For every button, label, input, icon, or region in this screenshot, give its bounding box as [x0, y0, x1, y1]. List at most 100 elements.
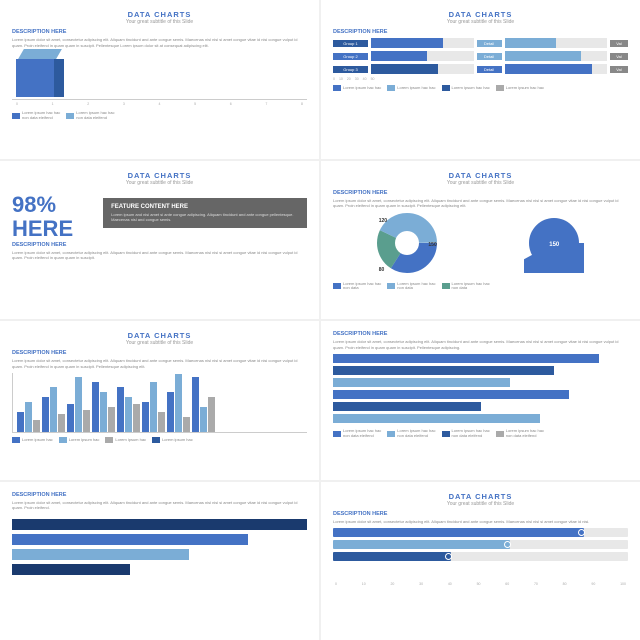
slide5-vbar-chart — [12, 373, 307, 433]
slide-2: DATA CHARTS Your great subtitle of this … — [321, 0, 640, 159]
slide3-right: FEATURE CONTENT HERE Lorem ipsum and nis… — [73, 194, 307, 242]
slide1-desc-text: Lorem ipsum dolor sit amet, consectetur … — [12, 37, 307, 48]
vbar-1c — [33, 420, 40, 432]
bar3d-container — [12, 52, 307, 97]
hbar2-fill-4 — [333, 390, 569, 399]
lc-dot-2 — [504, 541, 511, 548]
feature-text: Lorem ipsum and nisi amet si ante congue… — [111, 212, 299, 222]
hbar-fill-3a — [371, 64, 438, 74]
big-here: HERE — [12, 216, 73, 242]
slide5-legend: Lorem ipsum hac Lorem ipsum hac Lorem ip… — [12, 437, 307, 443]
bar3d-main — [16, 52, 71, 97]
pie2-label: 150 — [549, 242, 559, 248]
hbar3-fill-4 — [12, 564, 130, 575]
legend-item-2: Lorem ipsum hac hacnon data eleifend — [66, 111, 114, 121]
hbar-fill-1a — [371, 38, 443, 48]
legend-box-5b — [59, 437, 67, 443]
hbar-fill-2a — [371, 51, 427, 61]
hbar-track-2b — [505, 51, 608, 61]
legend-item-6d: Lorem ipsum hac hacnon data eleifend — [496, 429, 544, 439]
legend-item-4c: Lorem ipsum hac hacnon data — [442, 282, 490, 292]
lc-axis: 0 10 20 30 40 50 60 70 80 90 100 — [333, 582, 628, 586]
legend-text-1: Lorem ipsum hac hacnon data eleifend — [22, 111, 60, 121]
slide-4: DATA CHARTS Your great subtitle of this … — [321, 161, 640, 320]
slide2-legend: Lorem ipsum hac hac Lorem ipsum hac hac … — [333, 85, 628, 91]
big-percent: 98% — [12, 194, 73, 216]
vbar-group-4 — [92, 382, 115, 432]
hbar-val-1: Val — [610, 40, 628, 47]
vbar-5c — [133, 404, 140, 432]
hbar-label-2a: Group 2 — [333, 53, 368, 60]
slide4-subtitle: Your great subtitle of this Slide — [333, 180, 628, 186]
hbar2-fill-5 — [333, 402, 481, 411]
pie1-label-150: 150 — [428, 242, 436, 248]
slide5-desc-text: Lorem ipsum dolor sit amet, consectetur … — [12, 358, 307, 369]
slide7-desc-label: DESCRIPTION HERE — [12, 492, 307, 498]
vbar-6b — [150, 382, 157, 432]
legend-box-4c — [442, 283, 450, 289]
hbar2-row-3 — [333, 378, 628, 387]
vbar-2b — [50, 387, 57, 432]
legend-item-4b: Lorem ipsum hac hacnon data — [387, 282, 435, 292]
hbar-label-1a: Group 1 — [333, 40, 368, 47]
hbar-fill-1b — [505, 38, 556, 48]
slide7-hbar-chart — [12, 519, 307, 579]
vbar-group-2 — [42, 387, 65, 432]
bar3d-top — [18, 49, 62, 59]
legend-item-5a: Lorem ipsum hac — [12, 437, 53, 443]
hbar-row-3: Group 3 Detail Val — [333, 64, 628, 74]
hbar3-row-3 — [12, 549, 307, 560]
hbar-fill-2b — [505, 51, 582, 61]
pie-chart-2: 150 — [524, 213, 584, 278]
hbar2-row-5 — [333, 402, 628, 411]
pie1-label-80: 80 — [379, 267, 385, 273]
legend-item-2a: Lorem ipsum hac hac — [333, 85, 381, 91]
feature-title: FEATURE CONTENT HERE — [111, 204, 299, 210]
lc-track-2 — [333, 540, 628, 549]
legend-box-2b — [387, 85, 395, 91]
lc-fill-2 — [333, 540, 510, 549]
legend-box-6d — [496, 431, 504, 437]
slide4-desc-text: Lorem ipsum dolor sit amet, consectetur … — [333, 198, 628, 209]
vbar-group-7 — [167, 374, 190, 432]
hbar2-fill-3 — [333, 378, 510, 387]
slide-5: DATA CHARTS Your great subtitle of this … — [0, 321, 319, 480]
legend-box-1 — [12, 113, 20, 119]
legend-box-6b — [387, 431, 395, 437]
pie-chart-1: 120 80 150 — [377, 213, 437, 278]
vbar-5a — [117, 387, 124, 432]
lc-fill-1 — [333, 528, 584, 537]
slide1-title: DATA CHARTS — [12, 10, 307, 19]
slide2-desc-label: DESCRIPTION HERE — [333, 29, 628, 35]
hbar-label-3a: Group 3 — [333, 66, 368, 73]
legend-box-5d — [152, 437, 160, 443]
slide4-desc-label: DESCRIPTION HERE — [333, 190, 628, 196]
vbar-7a — [167, 392, 174, 432]
slide2-title: DATA CHARTS — [333, 10, 628, 19]
legend-box-6a — [333, 431, 341, 437]
slide4-pie-area: 120 80 150 150 — [333, 213, 628, 278]
hbar-track-1b — [505, 38, 608, 48]
hbar-track-3b — [505, 64, 608, 74]
slide3-desc-label: DESCRIPTION HERE — [12, 242, 307, 248]
legend-box-2d — [496, 85, 504, 91]
hbar2-fill-1 — [333, 354, 599, 363]
vbar-group-8 — [192, 377, 215, 432]
slide-3: DATA CHARTS Your great subtitle of this … — [0, 161, 319, 320]
vbar-group-3 — [67, 377, 90, 432]
slide3-title: DATA CHARTS — [12, 171, 307, 180]
vbar-1b — [25, 402, 32, 432]
slide1-legend: Lorem ipsum hac hacnon data eleifend Lor… — [12, 111, 307, 121]
hbar-label-3b: Detail — [477, 66, 502, 73]
hbar2-fill-2 — [333, 366, 554, 375]
slide1-desc-label: DESCRIPTION HERE — [12, 29, 307, 35]
slide2-chart: Group 1 Detail Val Group 2 Detail Val Gr… — [333, 38, 628, 74]
vbar-7b — [175, 374, 182, 432]
hbar-row-2: Group 2 Detail Val — [333, 51, 628, 61]
slide8-subtitle: Your great subtitle of this Slide — [333, 501, 628, 507]
slide4-legend: Lorem ipsum hac hacnon data Lorem ipsum … — [333, 282, 628, 292]
slide1-subtitle: Your great subtitle of this Slide — [12, 19, 307, 25]
vbar-1a — [17, 412, 24, 432]
hbar2-row-1 — [333, 354, 628, 363]
legend-item-6b: Lorem ipsum hac hacnon data eleifend — [387, 429, 435, 439]
